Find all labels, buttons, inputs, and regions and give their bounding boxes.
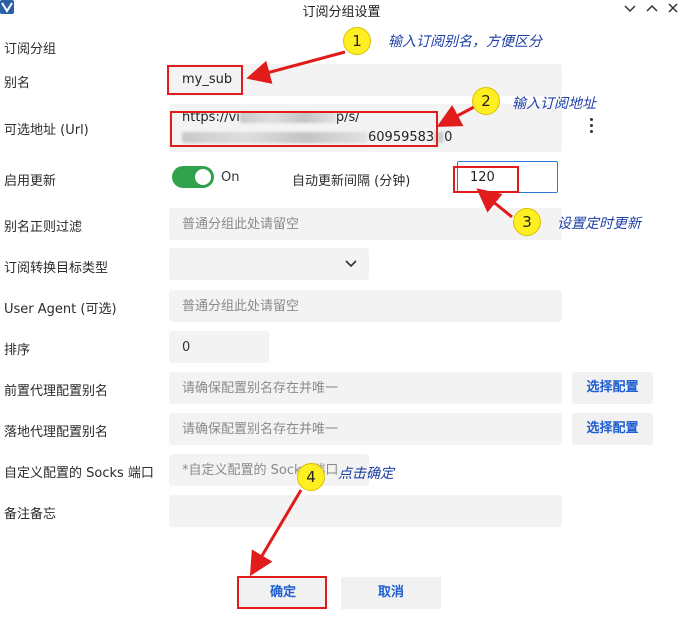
redacted-text [239,112,336,123]
socks-port-label: 自定义配置的 Socks 端口 [4,466,154,481]
redacted-text [434,132,445,143]
alias-filter-input[interactable] [169,208,562,240]
ok-button[interactable]: 确定 [240,577,326,609]
window-title: 订阅分组设置 [302,5,381,20]
alias-field[interactable]: my_sub [169,64,562,96]
landing-proxy-select-button[interactable]: 选择配置 [572,413,653,445]
front-proxy-label: 前置代理配置别名 [4,384,109,399]
step-note-3: 设置定时更新 [557,216,641,232]
landing-proxy-field[interactable] [169,413,562,445]
auto-update-label: 启用更新 [4,174,57,189]
remarks-input[interactable] [169,495,562,527]
step-badge-4: 4 [297,463,325,491]
chevron-up-icon [646,4,658,12]
user-agent-input[interactable] [169,290,562,322]
cancel-button[interactable]: 取消 [341,577,441,609]
auto-update-toggle[interactable] [172,166,214,188]
front-proxy-field[interactable] [169,372,562,404]
url-line-1: https://vi p/s/ [182,110,360,125]
kebab-menu-icon[interactable] [587,118,595,136]
url-line-2: 60959583 0 [182,130,452,145]
front-proxy-select-button[interactable]: 选择配置 [572,372,653,404]
toggle-state-text: On [221,170,240,185]
chevron-down-icon [345,260,357,268]
interval-input-box[interactable] [457,161,558,193]
interval-label: 自动更新间隔 (分钟) [292,174,411,189]
alias-filter-label: 别名正则过滤 [4,220,83,235]
close-icon [668,3,678,13]
step-note-4: 点击确定 [338,466,394,482]
close-button[interactable] [663,0,683,18]
step-badge-2: 2 [472,87,500,115]
maximize-button[interactable] [642,0,662,18]
target-type-select[interactable] [169,248,369,280]
interval-input[interactable] [458,162,557,192]
alias-filter-field[interactable] [169,208,562,240]
landing-proxy-label: 落地代理配置别名 [4,425,109,440]
url-label: 可选地址 (Url) [4,123,89,138]
sort-input[interactable] [169,331,269,363]
remarks-label: 备注备忘 [4,507,57,522]
url-field[interactable]: https://vi p/s/ 60959583 0 [169,104,562,152]
front-proxy-input[interactable] [169,372,562,404]
step-badge-1: 1 [343,27,371,55]
sort-label: 排序 [4,343,31,358]
sort-field[interactable] [169,331,269,363]
user-agent-field[interactable] [169,290,562,322]
minimize-button[interactable] [620,0,640,18]
alias-label: 别名 [4,76,31,91]
redacted-text [182,132,368,143]
group-label: 订阅分组 [4,42,57,57]
step-note-2: 输入订阅地址 [512,96,596,112]
landing-proxy-input[interactable] [169,413,562,445]
step-badge-3: 3 [513,208,541,236]
chevron-down-icon [624,5,636,13]
remarks-field[interactable] [169,495,562,527]
alias-value: my_sub [182,72,233,87]
target-type-label: 订阅转换目标类型 [4,261,109,276]
title-bar: 订阅分组设置 [0,0,683,20]
user-agent-label: User Agent (可选) [4,302,117,317]
step-note-1: 输入订阅别名，方便区分 [388,34,542,50]
